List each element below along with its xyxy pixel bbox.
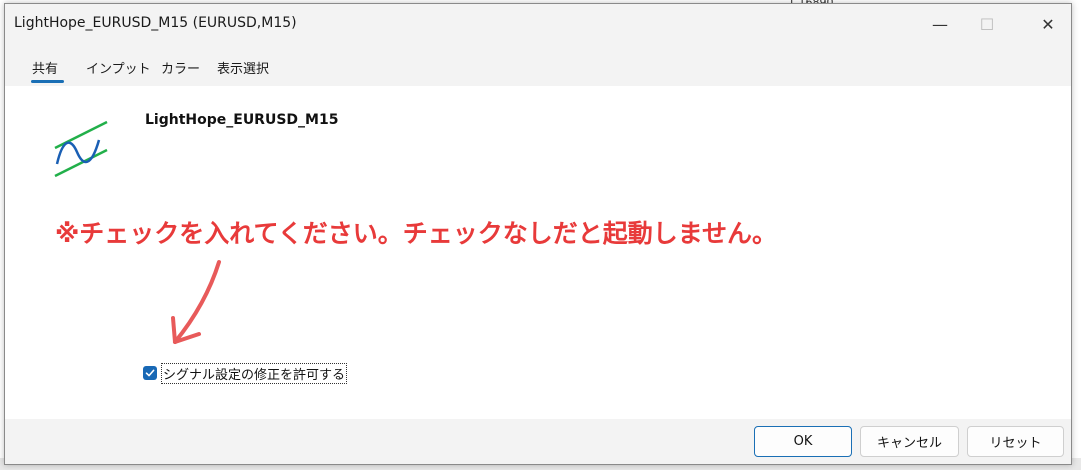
notice-text: ※チェックを入れてください。チェックなしだと起動しません。 bbox=[55, 219, 778, 248]
maximize-button[interactable]: ☐ bbox=[964, 4, 1010, 44]
window-title: LightHope_EURUSD_M15 (EURUSD,M15) bbox=[14, 15, 297, 31]
allow-signal-modify-checkbox[interactable] bbox=[143, 366, 157, 380]
tab-bar: 共有 インプット カラー 表示選択 bbox=[5, 44, 1071, 86]
minimize-icon: — bbox=[932, 14, 948, 34]
properties-dialog: LightHope_EURUSD_M15 (EURUSD,M15) — ☐ ✕ … bbox=[4, 3, 1072, 465]
title-bar: LightHope_EURUSD_M15 (EURUSD,M15) — ☐ ✕ bbox=[5, 4, 1071, 44]
expert-name: LightHope_EURUSD_M15 bbox=[145, 112, 339, 128]
tab-visualization[interactable]: 表示選択 bbox=[217, 58, 269, 77]
tab-common[interactable]: 共有 bbox=[32, 58, 58, 77]
indicator-wave-icon bbox=[54, 120, 108, 178]
minimize-button[interactable]: — bbox=[917, 4, 963, 44]
allow-signal-modify-option: シグナル設定の修正を許可する bbox=[143, 362, 348, 384]
checkmark-icon bbox=[145, 369, 155, 377]
close-button[interactable]: ✕ bbox=[1025, 4, 1071, 44]
dialog-footer: OK キャンセル リセット bbox=[5, 419, 1071, 464]
arrow-pointer-icon bbox=[171, 260, 221, 344]
active-tab-indicator bbox=[31, 80, 64, 83]
tab-colors[interactable]: カラー bbox=[161, 58, 200, 77]
reset-button[interactable]: リセット bbox=[967, 426, 1064, 457]
maximize-icon: ☐ bbox=[979, 14, 995, 34]
cancel-button[interactable]: キャンセル bbox=[860, 426, 959, 457]
allow-signal-modify-label[interactable]: シグナル設定の修正を許可する bbox=[161, 362, 348, 384]
tab-content: LightHope_EURUSD_M15 ※チェックを入れてください。チェックな… bbox=[13, 86, 1063, 419]
tab-inputs[interactable]: インプット bbox=[86, 58, 151, 77]
close-icon: ✕ bbox=[1041, 14, 1055, 34]
ok-button[interactable]: OK bbox=[754, 426, 852, 457]
